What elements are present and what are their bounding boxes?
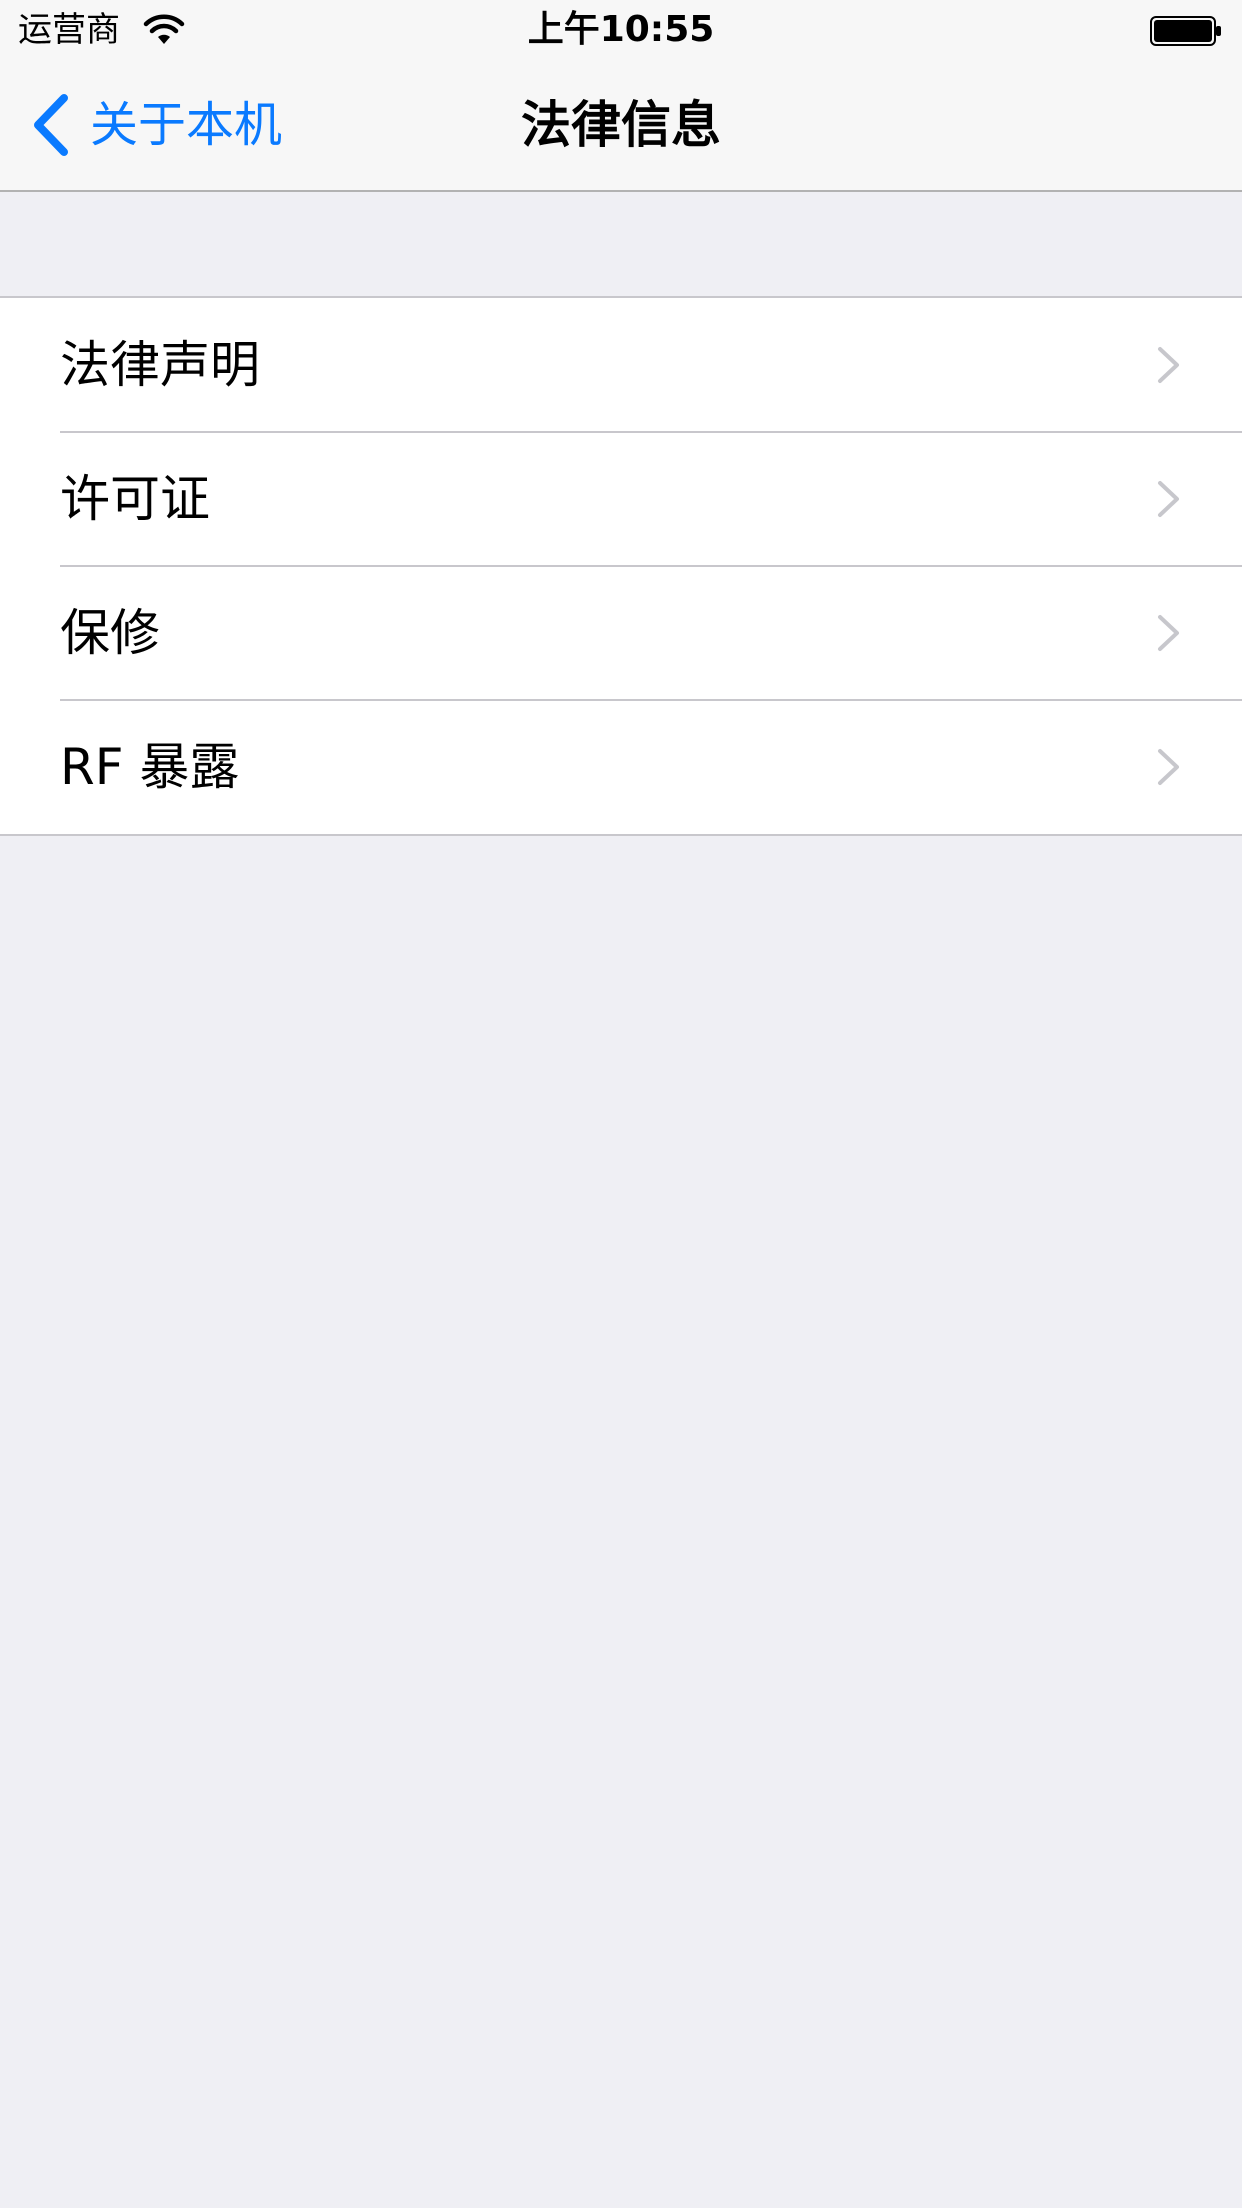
- list-item-label: 保修: [60, 604, 160, 662]
- list-item-label: 法律声明: [60, 336, 260, 394]
- list-item-rf-exposure[interactable]: RF 暴露: [0, 699, 1242, 834]
- list-item-warranty[interactable]: 保修: [0, 565, 1242, 700]
- legal-info-list: 法律声明 许可证 保修 RF 暴露: [0, 296, 1242, 836]
- status-bar: 运营商 上午10:55: [0, 0, 1242, 60]
- chevron-right-icon: [1158, 615, 1179, 651]
- battery-icon: [1150, 16, 1221, 46]
- back-button[interactable]: 关于本机: [30, 90, 282, 160]
- top-bar: 运营商 上午10:55 关于本机 法律信息: [0, 0, 1242, 192]
- list-item-label: 许可证: [60, 470, 210, 528]
- chevron-right-icon: [1158, 749, 1179, 785]
- chevron-right-icon: [1158, 347, 1179, 383]
- list-item-label: RF 暴露: [60, 738, 240, 796]
- status-time: 上午10:55: [527, 9, 715, 50]
- back-chevron-icon: [34, 94, 68, 156]
- back-button-label: 关于本机: [90, 97, 283, 153]
- navigation-bar: 关于本机 法律信息: [0, 60, 1242, 190]
- list-item-legal-notices[interactable]: 法律声明: [0, 298, 1242, 432]
- chevron-right-icon: [1158, 481, 1179, 517]
- list-item-license[interactable]: 许可证: [0, 431, 1242, 566]
